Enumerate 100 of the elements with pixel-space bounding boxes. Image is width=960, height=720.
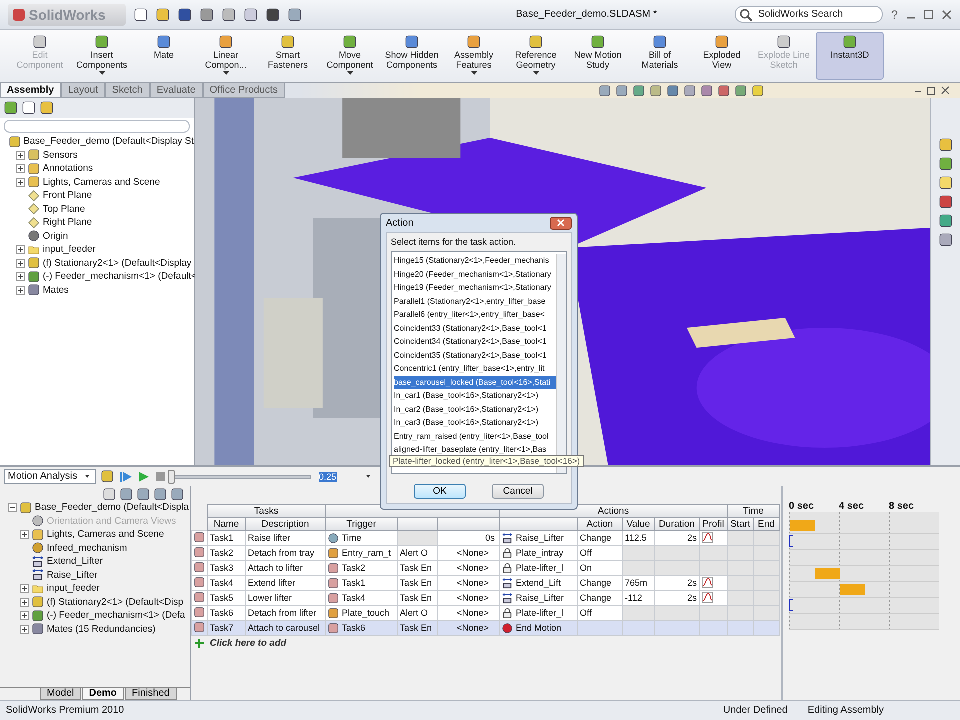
study-tab[interactable]: Finished	[125, 688, 177, 700]
edit-mode: Editing Assembly	[808, 705, 884, 716]
expand-icon[interactable]	[16, 258, 25, 268]
table-cell: 112.5	[625, 533, 647, 543]
ribbon-button[interactable]: Show Hidden Components	[382, 32, 442, 80]
list-item[interactable]: Hinge20 (Feeder_mechanism<1>,Stationary	[394, 268, 556, 281]
tree-item[interactable]: (-) Feeder_mechanism<1> (Default<	[43, 271, 197, 282]
tree-item[interactable]: Right Plane	[43, 217, 92, 228]
tree-item[interactable]: Sensors	[43, 150, 78, 161]
ribbon-button[interactable]: Insert Components	[72, 32, 132, 80]
expand-icon[interactable]	[16, 150, 25, 160]
tree-item[interactable]: Base_Feeder_demo (Default<Display St	[24, 136, 194, 148]
tree-item[interactable]: (f) Stationary2<1> (Default<Disp	[47, 596, 184, 608]
list-item[interactable]: Entry_ram_raised (entry_liter<1>,Base_tool	[394, 430, 556, 443]
ribbon-button[interactable]: Move Component	[320, 32, 380, 80]
expand-icon[interactable]	[20, 598, 29, 607]
slider-thumb[interactable]	[168, 470, 175, 484]
playback-speed-field[interactable]: 0.25	[316, 469, 376, 484]
ribbon-button[interactable]: Linear Compon...	[196, 32, 256, 80]
close-icon[interactable]	[942, 10, 952, 20]
search-field[interactable]: SolidWorks Search	[735, 6, 884, 23]
tree-item[interactable]: Extend_Lifter	[47, 556, 103, 568]
table-cell: Raise_Lifter	[516, 593, 564, 603]
time-tick-label: 8 sec	[889, 501, 916, 512]
plane-icon	[28, 203, 40, 216]
collapse-icon[interactable]	[8, 503, 17, 512]
command-tab[interactable]: Layout	[61, 83, 106, 98]
command-tab[interactable]: Sketch	[105, 83, 150, 98]
tree-item[interactable]: Top Plane	[43, 204, 86, 215]
maximize-icon[interactable]	[924, 10, 934, 20]
expand-icon[interactable]	[16, 286, 25, 295]
list-item[interactable]: Hinge19 (Feeder_mechanism<1>,Stationary	[394, 281, 556, 294]
ribbon-button[interactable]: Instant3D	[816, 32, 884, 80]
filter-field[interactable]	[4, 120, 190, 133]
expand-icon[interactable]	[16, 164, 25, 174]
tree-item[interactable]: Front Plane	[43, 190, 92, 202]
expand-icon[interactable]	[20, 611, 29, 620]
expand-icon[interactable]	[16, 272, 25, 282]
list-item[interactable]: aligned-lifter_baseplate (entry_liter<1>,Bas	[394, 443, 556, 456]
list-item[interactable]: Concentric1 (entry_lifter_base<1>,entry_lit	[394, 362, 556, 376]
study-tab[interactable]: Model	[40, 688, 82, 700]
list-item[interactable]: Coincident35 (Stationary2<1>,Base_tool<1	[394, 348, 556, 362]
tree-item[interactable]: (f) Stationary2<1> (Default<Display	[43, 258, 192, 269]
study-type-dropdown[interactable]: Motion Analysis	[4, 469, 96, 484]
cancel-button[interactable]: Cancel	[492, 484, 544, 499]
play-from-start-icon[interactable]	[119, 470, 133, 482]
table-cell: <None>	[456, 608, 489, 618]
list-item[interactable]: In_car1 (Base_tool<16>,Stationary2<1>)	[394, 389, 556, 402]
ribbon-button[interactable]: Smart Fasteners	[258, 32, 318, 80]
time-slider[interactable]	[171, 470, 311, 484]
table-cell: End Motion	[516, 623, 562, 633]
study-tab[interactable]: Demo	[82, 688, 124, 700]
column-header: Description	[246, 518, 326, 530]
command-tab[interactable]: Assembly	[0, 83, 62, 98]
list-item[interactable]: In_car3 (Base_tool<16>,Stationary2<1>)	[394, 416, 556, 430]
table-cell: Task2	[342, 563, 366, 573]
ribbon-button[interactable]: New Motion Study	[568, 32, 628, 80]
ribbon-button[interactable]: Assembly Features	[444, 32, 504, 80]
table-cell: Alert O	[400, 608, 428, 618]
ok-button[interactable]: OK	[414, 484, 466, 499]
tree-item[interactable]: Infeed_mechanism	[47, 542, 128, 554]
list-item[interactable]: Parallel6 (entry_liter<1>,entry_lifter_base<	[394, 308, 556, 322]
tree-item[interactable]: Annotations	[43, 163, 94, 174]
list-item[interactable]: Parallel1 (Stationary2<1>,entry_lifter_base	[394, 294, 556, 308]
tree-item[interactable]: Lights, Cameras and Scene	[43, 176, 160, 188]
add-task-link[interactable]: Click here to add	[210, 638, 287, 649]
table-cell: Lower lifter	[248, 593, 292, 603]
ribbon-button[interactable]: Reference Geometry	[506, 32, 566, 80]
stop-icon	[502, 622, 513, 634]
table-cell: Attach to lifter	[248, 563, 304, 573]
list-item[interactable]: Coincident33 (Stationary2<1>,Base_tool<1	[394, 322, 556, 335]
expand-icon[interactable]	[16, 178, 25, 187]
tree-item[interactable]: Mates	[43, 284, 69, 296]
command-tab[interactable]: Office Products	[202, 83, 285, 98]
tooltip: Plate-lifter_locked (entry_liter<1>,Base_tool<16>)	[389, 455, 584, 467]
table-cell: <None>	[456, 623, 489, 633]
help-button[interactable]: ?	[891, 8, 898, 22]
expand-icon[interactable]	[20, 530, 29, 540]
table-cell: On	[580, 563, 592, 573]
tree-item[interactable]: Base_Feeder_demo (Default<Displa	[35, 502, 189, 514]
expand-icon[interactable]	[20, 584, 29, 594]
tree-item[interactable]: Mates (15 Redundancies)	[47, 624, 156, 635]
ribbon-button[interactable]: Mate	[134, 32, 194, 80]
expand-icon[interactable]	[16, 245, 25, 254]
window-controls-icon[interactable]	[914, 86, 950, 96]
tree-item[interactable]: Origin	[43, 230, 68, 242]
command-tab[interactable]: Evaluate	[150, 83, 203, 98]
tree-item[interactable]: Raise_Lifter	[47, 570, 98, 581]
close-button[interactable]	[550, 216, 572, 230]
ribbon-button[interactable]: Exploded View	[692, 32, 752, 80]
tree-item[interactable]: input_feeder	[43, 244, 96, 256]
list-item[interactable]: Hinge15 (Stationary2<1>,Feeder_mechanis	[394, 254, 556, 268]
tree-item[interactable]: (-) Feeder_mechanism<1> (Defa	[47, 610, 186, 622]
tree-item[interactable]: input_feeder	[47, 583, 100, 594]
ribbon-button[interactable]: Bill of Materials	[630, 32, 690, 80]
list-item[interactable]: In_car2 (Base_tool<16>,Stationary2<1>)	[394, 402, 556, 416]
tree-item[interactable]: Lights, Cameras and Scene	[47, 529, 164, 540]
expand-icon[interactable]	[20, 624, 29, 634]
list-item[interactable]: Coincident34 (Stationary2<1>,Base_tool<1	[394, 335, 556, 348]
list-item[interactable]: base_carousel_locked (Base_tool<16>,Stati	[394, 376, 556, 389]
